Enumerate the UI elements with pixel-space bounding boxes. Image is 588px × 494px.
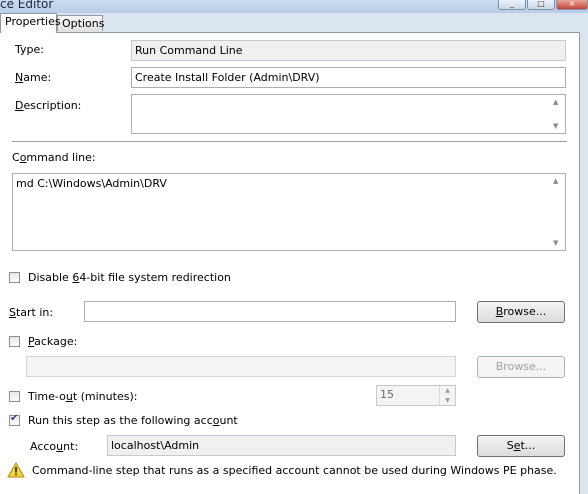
maximize-icon: □ [537, 0, 545, 8]
browse-package-button: Browse... [477, 356, 565, 378]
warning-icon [7, 462, 25, 478]
description-label: Description: [15, 99, 82, 112]
timeout-checkbox[interactable] [9, 391, 20, 402]
tab-options[interactable]: Options [57, 15, 104, 31]
tab-properties[interactable]: Properties [0, 13, 61, 33]
description-scrollbar[interactable]: ▲ ▼ [549, 96, 564, 132]
tab-strip: Properties Options [0, 13, 588, 33]
timeout-stepper: 15 ▲ ▼ [376, 385, 456, 406]
close-button[interactable]: × [556, 0, 588, 10]
disable-redirection-label[interactable]: Disable 64-bit file system redirection [28, 271, 231, 284]
warning-message: Command-line step that runs as a specifi… [32, 464, 557, 477]
command-line-label: Command line: [12, 151, 96, 164]
package-checkbox[interactable] [9, 336, 20, 347]
scroll-down-icon[interactable]: ▼ [553, 239, 558, 247]
browse-start-in-button[interactable]: Browse... [477, 301, 565, 323]
window-title: ce Editor [0, 0, 54, 11]
name-label: Name: [15, 71, 52, 84]
maximize-button[interactable]: □ [527, 0, 555, 10]
scroll-up-icon[interactable]: ▲ [553, 98, 558, 106]
title-bar: ce Editor _ □ × [0, 0, 588, 13]
scroll-up-icon[interactable]: ▲ [553, 177, 558, 185]
scroll-down-icon[interactable]: ▼ [553, 122, 558, 130]
timeout-value: 15 [380, 388, 394, 401]
properties-panel: Type: Run Command Line Name: Create Inst… [0, 32, 580, 494]
minimize-icon: _ [510, 0, 514, 8]
separator [12, 141, 567, 142]
name-input[interactable]: Create Install Folder (Admin\DRV) [131, 67, 566, 88]
type-label: Type: [15, 43, 44, 56]
timeout-label[interactable]: Time-out (minutes): [28, 390, 137, 403]
set-account-button[interactable]: Set... [477, 435, 565, 457]
start-in-label: Start in: [9, 306, 54, 319]
run-as-account-label[interactable]: Run this step as the following account [28, 414, 238, 427]
close-icon: × [568, 0, 576, 8]
spin-up-icon: ▲ [439, 386, 455, 395]
disable-redirection-checkbox[interactable] [9, 272, 20, 283]
command-line-scrollbar[interactable]: ▲ ▼ [549, 175, 564, 249]
account-label: Account: [30, 440, 79, 453]
description-input[interactable]: ▲ ▼ [131, 94, 566, 134]
minimize-button[interactable]: _ [498, 0, 526, 10]
type-field: Run Command Line [131, 40, 566, 61]
run-as-account-checkbox[interactable] [9, 413, 20, 426]
start-in-input[interactable] [84, 301, 456, 322]
package-field [26, 356, 456, 377]
command-line-input[interactable]: md C:\Windows\Admin\DRV ▲ ▼ [12, 173, 566, 251]
spin-down-icon: ▼ [439, 396, 455, 405]
package-label[interactable]: Package: [28, 335, 77, 348]
account-field: localhost\Admin [107, 435, 456, 456]
